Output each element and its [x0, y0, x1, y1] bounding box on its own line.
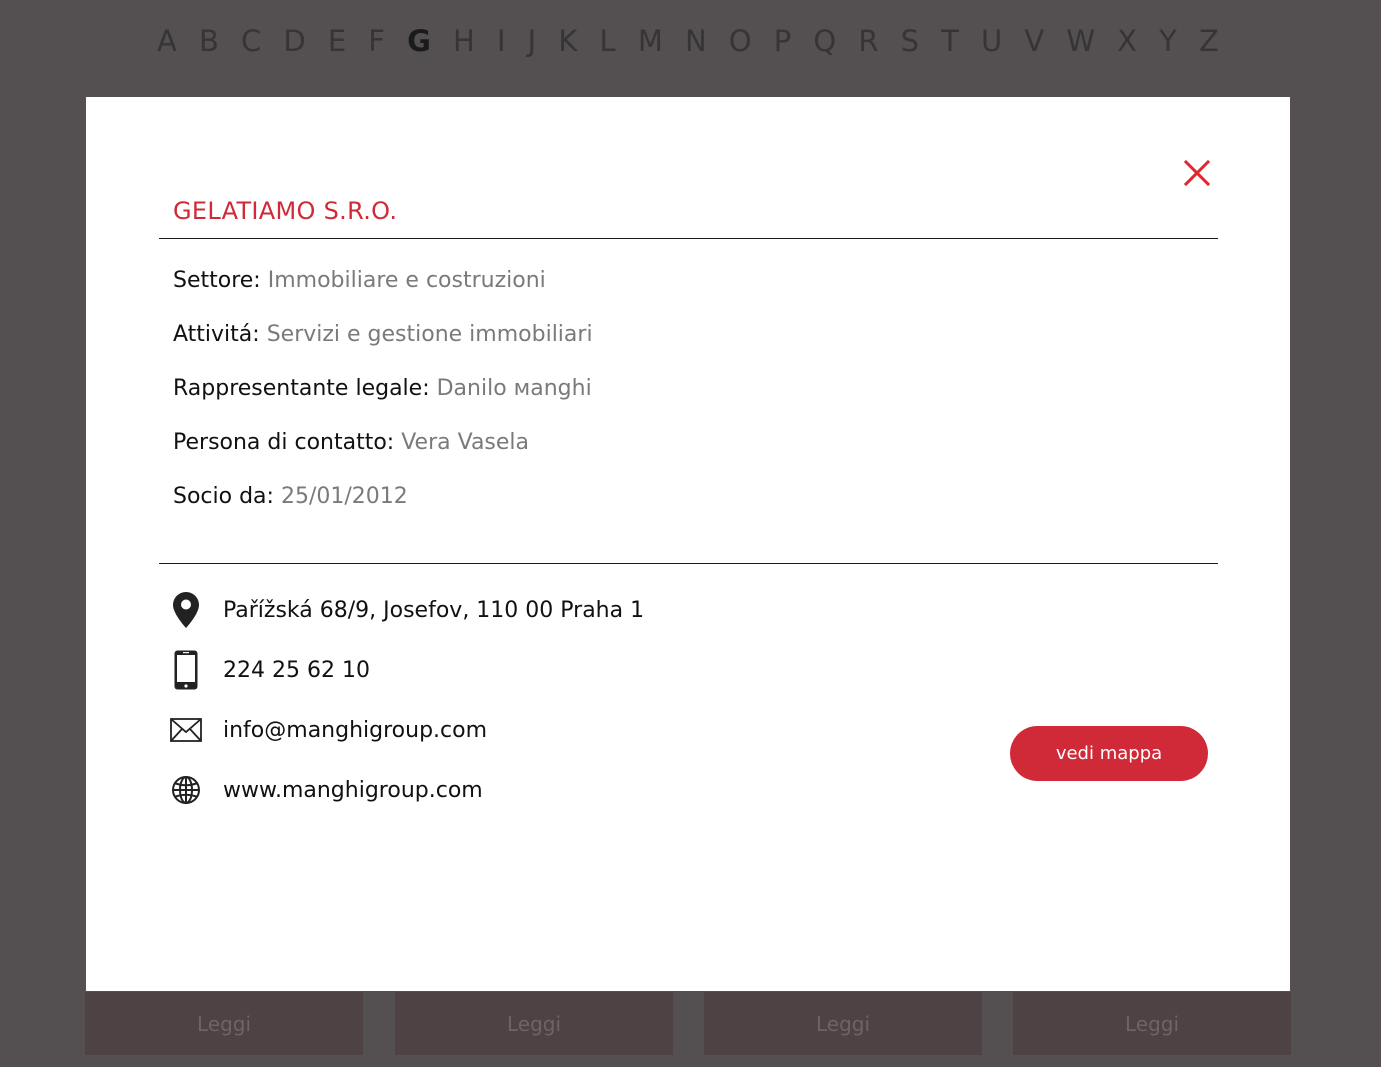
letter-c[interactable]: C — [241, 24, 261, 58]
letter-j[interactable]: J — [528, 24, 537, 58]
sector-label: Settore: — [173, 268, 261, 293]
legal-rep-row: Rappresentante legale: Danilo мanghi — [173, 376, 592, 401]
letter-r[interactable]: R — [858, 24, 878, 58]
letter-a[interactable]: A — [157, 24, 177, 58]
legal-rep-value: Danilo мanghi — [436, 376, 592, 401]
details-divider — [159, 563, 1218, 564]
phone-text[interactable]: 224 25 62 10 — [223, 658, 370, 683]
read-button-1[interactable]: Leggi — [85, 992, 363, 1055]
letter-q[interactable]: Q — [813, 24, 836, 58]
sector-value: Immobiliare e costruzioni — [267, 268, 546, 293]
letter-e[interactable]: E — [328, 24, 346, 58]
phone-row: 224 25 62 10 — [170, 648, 370, 692]
letter-v[interactable]: V — [1024, 24, 1044, 58]
letter-x[interactable]: X — [1117, 24, 1137, 58]
letter-t[interactable]: T — [941, 24, 959, 58]
activity-label: Attivitá: — [173, 322, 260, 347]
contact-person-row: Persona di contatto: Vera Vasela — [173, 430, 529, 455]
letter-y[interactable]: Y — [1159, 24, 1177, 58]
letter-h[interactable]: H — [453, 24, 475, 58]
globe-icon — [170, 768, 202, 812]
activity-value: Servizi e gestione immobiliari — [266, 322, 593, 347]
member-since-value: 25/01/2012 — [280, 484, 408, 509]
read-button-2[interactable]: Leggi — [395, 992, 673, 1055]
letter-b[interactable]: B — [199, 24, 219, 58]
letter-k[interactable]: K — [558, 24, 577, 58]
letter-n[interactable]: N — [685, 24, 707, 58]
letter-w[interactable]: W — [1066, 24, 1095, 58]
address-text: Pařížská 68/9, Josefov, 110 00 Praha 1 — [223, 597, 645, 623]
company-detail-modal: GELATIAMO S.R.O. Settore: Immobiliare e … — [86, 97, 1290, 991]
read-button-3[interactable]: Leggi — [704, 992, 982, 1055]
letter-s[interactable]: S — [901, 24, 919, 58]
legal-rep-label: Rappresentante legale: — [173, 376, 430, 401]
envelope-icon — [170, 708, 202, 752]
letter-p[interactable]: P — [774, 24, 792, 58]
read-button-4[interactable]: Leggi — [1013, 992, 1291, 1055]
letter-g-active[interactable]: G — [407, 24, 431, 58]
letter-o[interactable]: O — [729, 24, 752, 58]
letter-m[interactable]: M — [638, 24, 663, 58]
location-pin-icon — [170, 588, 202, 632]
website-row: www.manghigroup.com — [170, 768, 483, 812]
email-link[interactable]: info@manghigroup.com — [223, 718, 487, 743]
letter-l[interactable]: L — [600, 24, 616, 58]
close-button[interactable] — [1182, 158, 1212, 188]
title-divider — [159, 238, 1218, 239]
contact-person-value: Vera Vasela — [401, 430, 530, 455]
address-row: Pařížská 68/9, Josefov, 110 00 Praha 1 — [170, 588, 644, 632]
letter-i[interactable]: I — [497, 24, 506, 58]
website-link[interactable]: www.manghigroup.com — [223, 778, 483, 803]
alphabet-filter: A B C D E F G H I J K L M N O P Q R S T … — [157, 18, 1219, 64]
close-x-icon — [1183, 159, 1211, 187]
letter-d[interactable]: D — [283, 24, 305, 58]
member-since-row: Socio da: 25/01/2012 — [173, 484, 408, 509]
letter-f[interactable]: F — [368, 24, 385, 58]
letter-u[interactable]: U — [981, 24, 1002, 58]
email-row: info@manghigroup.com — [170, 708, 487, 752]
sector-row: Settore: Immobiliare e costruzioni — [173, 268, 546, 293]
member-since-label: Socio da: — [173, 484, 274, 509]
smartphone-icon — [170, 648, 202, 692]
view-map-button[interactable]: vedi mappa — [1010, 726, 1208, 781]
activity-row: Attivitá: Servizi e gestione immobiliari — [173, 322, 593, 347]
contact-person-label: Persona di contatto: — [173, 430, 395, 455]
company-title: GELATIAMO S.R.O. — [173, 197, 398, 225]
letter-z[interactable]: Z — [1199, 24, 1219, 58]
